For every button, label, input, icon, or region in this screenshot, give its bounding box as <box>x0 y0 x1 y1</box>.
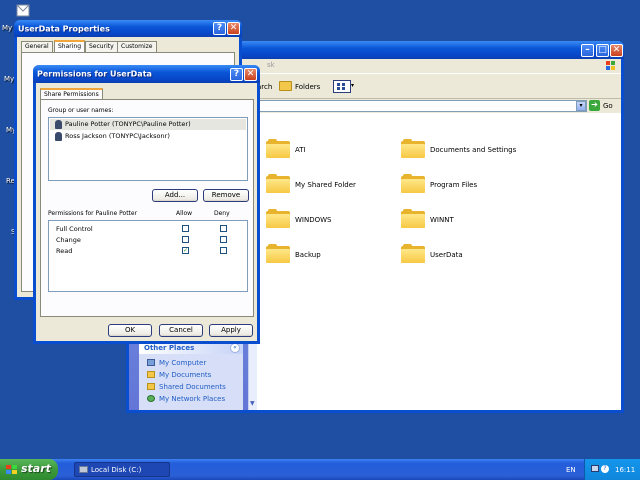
user-icon <box>55 120 62 129</box>
full-control-deny-checkbox[interactable] <box>220 225 227 232</box>
folder-icon[interactable] <box>266 244 290 263</box>
address-input[interactable] <box>257 100 587 112</box>
tab-customize[interactable]: Customize <box>117 41 157 52</box>
folders-icon <box>279 81 292 91</box>
window-title-fragment: sk <box>267 61 275 69</box>
network-icon <box>147 395 155 402</box>
deny-column-header: Deny <box>214 210 230 217</box>
folder-label[interactable]: ATI <box>295 146 306 154</box>
permissions-table: Full Control Change Read ✓ <box>48 220 248 292</box>
folder-icon[interactable] <box>266 139 290 158</box>
ok-button[interactable]: OK <box>108 324 152 337</box>
desktop-icon-label[interactable]: My <box>2 24 12 32</box>
tab-security[interactable]: Security <box>85 41 118 52</box>
change-allow-checkbox[interactable] <box>182 236 189 243</box>
permissions-dialog: Permissions for UserData ? ✕ Share Permi… <box>33 65 260 344</box>
other-place-link[interactable]: My Documents <box>159 371 211 379</box>
clock: 16:11 <box>615 466 636 474</box>
folders-label: Folders <box>295 83 321 91</box>
close-button[interactable]: ✕ <box>610 44 623 57</box>
properties-title: UserData Properties <box>18 24 110 33</box>
permissions-titlebar[interactable]: Permissions for UserData <box>33 65 260 83</box>
folder-label[interactable]: WINNT <box>430 216 454 224</box>
folder-icon[interactable] <box>401 139 425 158</box>
system-tray: ? 16:11 <box>584 459 640 480</box>
tab-sharing[interactable]: Sharing <box>54 40 86 52</box>
permissions-for-label: Permissions for Pauline Potter <box>48 210 138 217</box>
language-indicator[interactable]: EN <box>566 466 576 474</box>
other-places-panel: Other Places « My Computer My Documents … <box>139 342 243 410</box>
close-button[interactable]: ✕ <box>227 22 240 35</box>
other-place-link[interactable]: My Computer <box>159 359 206 367</box>
user-icon <box>55 132 62 141</box>
help-button[interactable]: ? <box>230 68 243 81</box>
views-button[interactable] <box>333 80 351 93</box>
folder-icon[interactable] <box>401 244 425 263</box>
folder-icon[interactable] <box>401 209 425 228</box>
scroll-down-arrow[interactable]: ▼ <box>250 400 255 407</box>
permission-name: Read <box>56 247 73 255</box>
folder-icon[interactable] <box>266 174 290 193</box>
list-item[interactable]: Ross Jackson (TONYPC\Jacksonr) <box>50 131 246 142</box>
minimize-button[interactable]: – <box>581 44 594 57</box>
folder-label[interactable]: Program Files <box>430 181 477 189</box>
drive-icon <box>79 466 88 473</box>
desktop-document-icon[interactable] <box>15 2 31 18</box>
go-arrow-icon: ➔ <box>589 100 600 111</box>
network-tray-icon[interactable] <box>591 465 599 472</box>
address-dropdown-button[interactable]: ▾ <box>576 101 586 111</box>
add-button[interactable]: Add... <box>152 189 198 202</box>
taskbar-item-label: Local Disk (C:) <box>91 466 142 474</box>
windows-logo-icon <box>605 60 617 72</box>
shared-folder-icon <box>147 383 155 390</box>
views-icon <box>337 83 345 90</box>
taskbar-item-local-disk[interactable]: Local Disk (C:) <box>74 462 170 477</box>
other-place-link[interactable]: Shared Documents <box>159 383 226 391</box>
users-list[interactable]: Pauline Potter (TONYPC\Pauline Potter) R… <box>48 117 248 181</box>
folder-icon[interactable] <box>401 174 425 193</box>
share-permissions-page: Group or user names: Pauline Potter (TON… <box>40 99 254 317</box>
cancel-button[interactable]: Cancel <box>159 324 203 337</box>
desktop-icon-label[interactable]: My <box>4 75 14 83</box>
allow-column-header: Allow <box>176 210 193 217</box>
start-label: start <box>21 462 51 475</box>
help-button[interactable]: ? <box>213 22 226 35</box>
properties-titlebar[interactable]: UserData Properties <box>14 20 242 37</box>
apply-button[interactable]: Apply <box>209 324 253 337</box>
help-tray-icon[interactable]: ? <box>601 465 609 473</box>
folder-label[interactable]: My Shared Folder <box>295 181 356 189</box>
permission-name: Full Control <box>56 225 93 233</box>
folder-label[interactable]: Backup <box>295 251 321 259</box>
views-dropdown-arrow[interactable]: ▾ <box>351 82 354 89</box>
permission-name: Change <box>56 236 81 244</box>
maximize-button[interactable]: □ <box>596 44 609 57</box>
tab-general[interactable]: General <box>21 41 53 52</box>
folders-button[interactable]: Folders <box>279 80 323 94</box>
read-deny-checkbox[interactable] <box>220 247 227 254</box>
read-allow-checkbox[interactable]: ✓ <box>182 247 189 254</box>
user-name: Ross Jackson (TONYPC\Jacksonr) <box>65 132 170 140</box>
other-place-link[interactable]: My Network Places <box>159 395 225 403</box>
close-button[interactable]: ✕ <box>244 68 257 81</box>
full-control-allow-checkbox[interactable] <box>182 225 189 232</box>
list-item-selected[interactable]: Pauline Potter (TONYPC\Pauline Potter) <box>50 119 246 130</box>
folder-label[interactable]: WINDOWS <box>295 216 332 224</box>
other-places-title: Other Places <box>144 344 195 352</box>
permissions-title: Permissions for UserData <box>37 69 152 79</box>
group-names-label: Group or user names: <box>48 107 114 114</box>
start-button[interactable]: start <box>0 459 58 480</box>
folder-label[interactable]: UserData <box>430 251 463 259</box>
go-label: Go <box>603 102 613 110</box>
taskbar: start Local Disk (C:) EN ? 16:11 <box>0 459 640 480</box>
go-button[interactable]: ➔ Go <box>589 100 617 112</box>
remove-button[interactable]: Remove <box>203 189 249 202</box>
change-deny-checkbox[interactable] <box>220 236 227 243</box>
collapse-chevron-icon[interactable]: « <box>230 343 240 353</box>
folder-label[interactable]: Documents and Settings <box>430 146 516 154</box>
windows-logo-icon <box>6 465 17 475</box>
user-name: Pauline Potter (TONYPC\Pauline Potter) <box>65 120 191 128</box>
documents-folder-icon <box>147 371 155 378</box>
folder-icon[interactable] <box>266 209 290 228</box>
computer-icon <box>147 359 155 366</box>
